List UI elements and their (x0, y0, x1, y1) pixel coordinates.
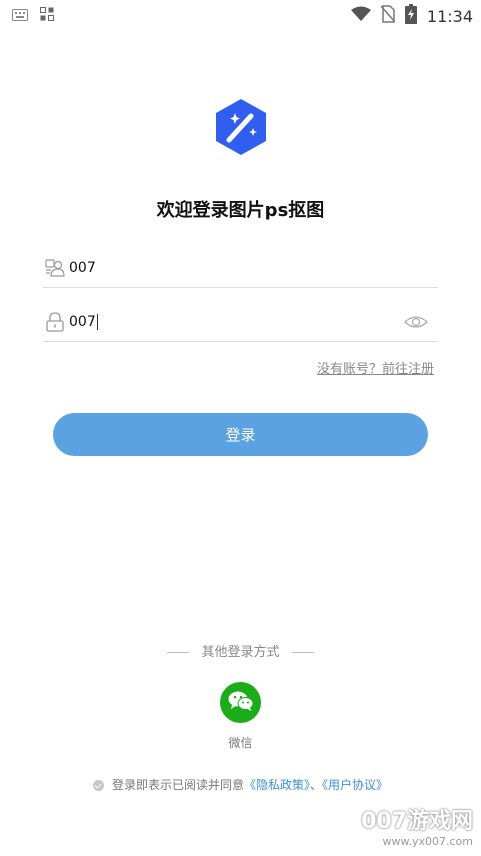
user-icon (45, 258, 65, 278)
agreement-separator: 、 (310, 778, 323, 792)
wifi-icon (350, 6, 371, 26)
register-link[interactable]: 没有账号？前往注册 (317, 358, 434, 377)
page-title: 欢迎登录图片ps抠图 (156, 200, 325, 221)
watermark-brand: 007游戏网 (361, 809, 473, 834)
divider-line-left (167, 652, 190, 653)
wechat-login-button[interactable] (220, 682, 261, 723)
watermark-url: www.yx007.com (382, 835, 473, 848)
keyboard-icon (12, 6, 28, 25)
eye-icon[interactable] (404, 312, 428, 332)
agreement-prefix: 登录即表示已阅读并同意 (111, 778, 244, 792)
username-field[interactable] (43, 248, 438, 288)
login-screen: 11:34 欢迎登录图片ps抠图 007 007 没有账号？前往注册 登录 其他… (0, 0, 481, 856)
watermark: 007游戏网 www.yx007.com (361, 803, 473, 848)
user-agreement-link[interactable]: 《用户协议》 (322, 778, 388, 792)
wechat-label: 微信 (228, 736, 253, 750)
password-input[interactable]: 007 (69, 314, 96, 330)
other-login-title: 其他登录方式 (201, 645, 280, 660)
agreement-checkbox[interactable] (92, 780, 104, 791)
other-login-divider: 其他登录方式 (0, 641, 481, 660)
password-field[interactable]: 007 (43, 302, 438, 342)
lock-icon (45, 311, 65, 332)
no-sim-icon (380, 5, 396, 27)
wechat-icon (228, 690, 254, 716)
divider-line-right (291, 652, 314, 653)
text-caret (96, 313, 98, 330)
status-time: 11:34 (426, 6, 473, 26)
agreement-text: 登录即表示已阅读并同意《隐私政策》、《用户协议》 (0, 776, 481, 793)
username-input[interactable] (69, 259, 369, 276)
app-logo-icon (215, 98, 267, 156)
battery-charging-icon (404, 4, 417, 28)
login-button[interactable]: 登录 (53, 413, 428, 456)
status-bar: 11:34 (0, 0, 481, 28)
grid-apps-icon (40, 6, 54, 25)
privacy-policy-link[interactable]: 《隐私政策》 (244, 778, 310, 792)
